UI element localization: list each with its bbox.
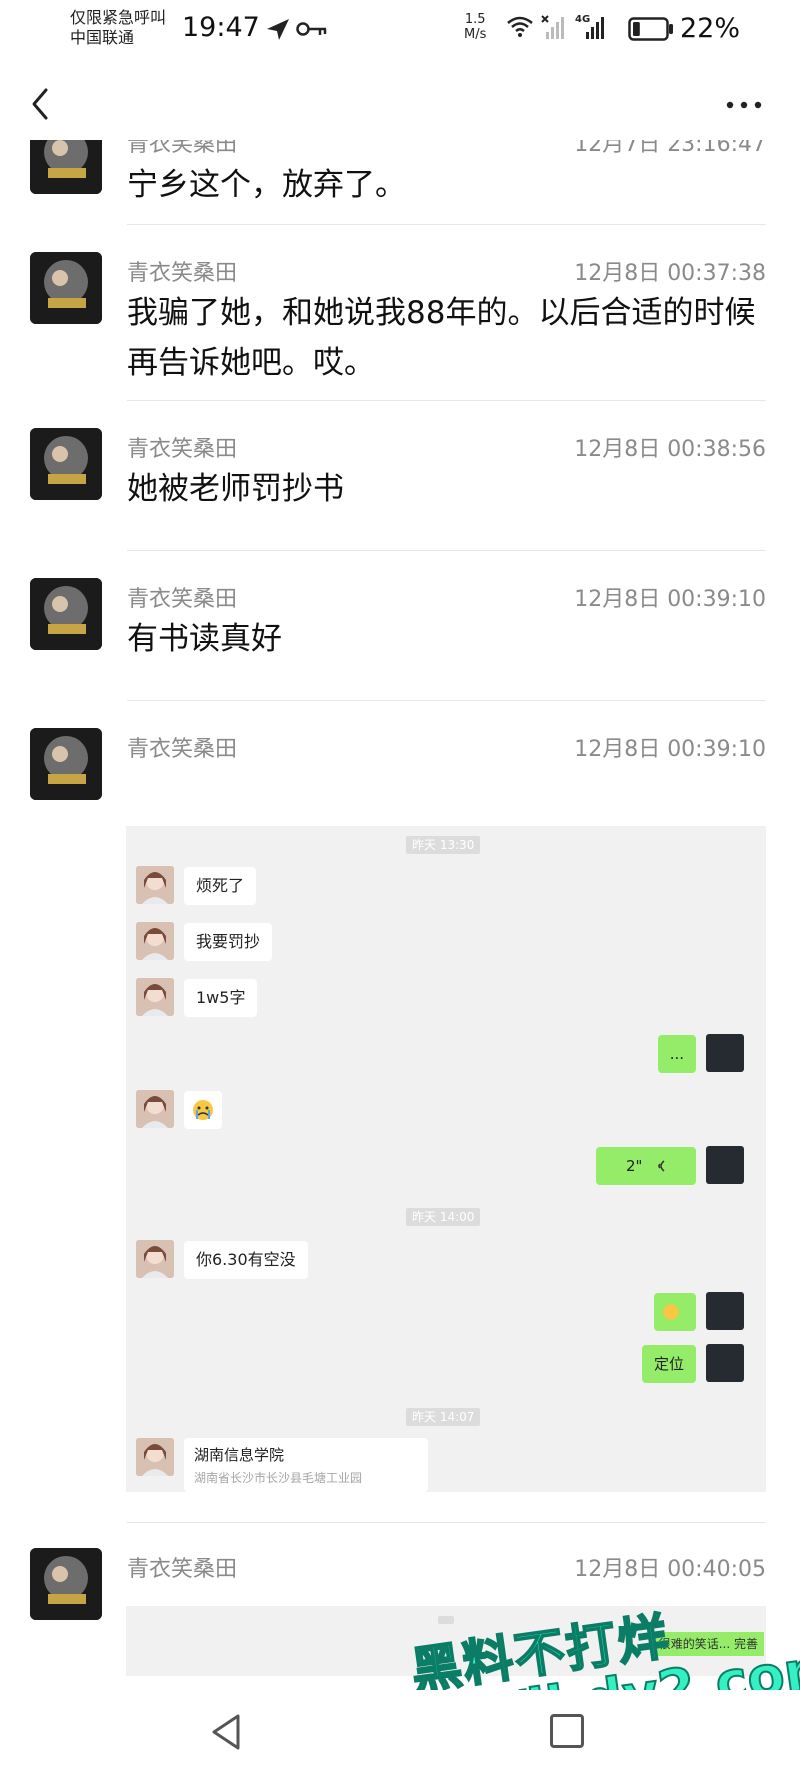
location-address: 湖南省长沙市长沙县毛塘工业园	[194, 1471, 363, 1485]
status-bar: 仅限紧急呼叫 中国联通 19:47 1.5 M/s 4G 22%	[0, 0, 800, 60]
chat-bubble-emoji	[654, 1293, 696, 1331]
avatar	[136, 1438, 174, 1476]
emoji-icon	[663, 1304, 679, 1320]
divider	[127, 700, 766, 701]
chat-bubble: 你6.30有空没	[184, 1241, 308, 1279]
carrier-line-1: 仅限紧急呼叫	[70, 8, 167, 27]
top-nav	[0, 70, 800, 140]
message-time: 12月8日 00:39:10	[574, 737, 766, 762]
battery-icon	[628, 17, 673, 41]
sender-name: 青衣笑桑田	[127, 587, 238, 612]
sender-name: 青衣笑桑田	[127, 437, 238, 462]
signal-bars-icon	[586, 17, 604, 39]
avatar	[136, 1240, 174, 1278]
voice-icon	[658, 1160, 665, 1172]
avatar[interactable]	[30, 728, 102, 800]
chat-bubble: ...	[657, 1035, 696, 1073]
chat-screenshot-image[interactable]: 昨天 13:30 烦死了 我要罚抄 1w5字 ... 2" 昨天 14:00 你…	[126, 826, 766, 1492]
voice-message-bubble: 2"	[596, 1147, 696, 1185]
send-icon	[267, 19, 289, 40]
message-time: 12月7日 23:16:47	[574, 140, 766, 157]
voice-duration: 2"	[626, 1157, 643, 1175]
avatar[interactable]	[30, 578, 102, 650]
chat-row: 定位	[624, 1344, 744, 1384]
sender-name: 青衣笑桑田	[127, 737, 238, 762]
avatar	[706, 1292, 744, 1330]
battery-percent: 22%	[680, 13, 741, 44]
avatar[interactable]	[30, 252, 102, 324]
status-time: 19:47	[182, 12, 260, 43]
divider	[127, 550, 766, 551]
sender-name: 青衣笑桑田	[127, 140, 238, 157]
network-speed: 1.5 M/s	[464, 12, 486, 42]
chat-row: 2"	[584, 1146, 744, 1186]
key-icon	[296, 22, 327, 36]
divider	[127, 224, 766, 225]
more-horizontal-icon[interactable]	[722, 90, 766, 120]
message-text: 我骗了她，和她说我88年的。以后合适的时候再告诉她吧。哎。	[127, 295, 756, 381]
message-time: 12月8日 00:38:56	[574, 437, 766, 462]
recent-apps-icon[interactable]	[550, 1714, 584, 1748]
time-separator	[438, 1616, 454, 1624]
chat-bubble: 烦死了	[184, 867, 257, 905]
location-card: 湖南信息学院 湖南省长沙市长沙县毛塘工业园	[184, 1438, 428, 1492]
chat-bubble-emoji	[184, 1091, 222, 1129]
crying-emoji-icon	[193, 1100, 213, 1120]
avatar	[136, 978, 174, 1016]
avatar	[706, 1146, 744, 1184]
speed-unit: M/s	[464, 27, 487, 42]
location-title: 湖南信息学院	[194, 1446, 285, 1464]
message-time: 12月8日 00:37:38	[574, 261, 766, 286]
avatar[interactable]	[30, 1548, 102, 1620]
message-text: 宁乡这个，放弃了。	[127, 167, 406, 203]
message-time: 12月8日 00:40:05	[574, 1557, 766, 1582]
avatar	[706, 1344, 744, 1382]
avatar[interactable]	[30, 428, 102, 500]
chat-row: ...	[644, 1034, 744, 1074]
sender-name: 青衣笑桑田	[127, 1557, 238, 1582]
message-text: 她被老师罚抄书	[127, 471, 344, 507]
signal-icon	[541, 15, 564, 39]
message-time: 12月8日 00:39:10	[574, 587, 766, 612]
chat-bubble: 我要罚抄	[184, 923, 273, 961]
system-navigation-bar	[0, 1690, 800, 1777]
chat-bubble: 定位	[641, 1345, 696, 1383]
message-text: 有书读真好	[127, 621, 282, 657]
time-separator: 昨天 14:00	[406, 1208, 481, 1226]
avatar	[706, 1034, 744, 1072]
chevron-left-icon[interactable]	[24, 82, 58, 126]
carrier-line-2: 中国联通	[70, 28, 135, 47]
chat-bubble: 1w5字	[184, 979, 258, 1017]
avatar	[136, 922, 174, 960]
carrier-info: 仅限紧急呼叫 中国联通	[70, 8, 166, 48]
speed-value: 1.5	[464, 12, 486, 27]
avatar[interactable]	[30, 140, 102, 194]
message-history-list[interactable]: 青衣笑桑田 12月7日 23:16:47 宁乡这个，放弃了。 青衣笑桑田 12月…	[0, 140, 800, 1680]
back-triangle-icon[interactable]	[206, 1710, 246, 1754]
avatar	[136, 866, 174, 904]
avatar	[136, 1090, 174, 1128]
wifi-icon	[507, 16, 533, 37]
sender-name: 青衣笑桑田	[127, 261, 238, 286]
time-separator: 昨天 13:30	[406, 836, 481, 854]
time-separator: 昨天 14:07	[406, 1408, 481, 1426]
divider	[127, 1522, 766, 1523]
divider	[127, 400, 766, 401]
chat-row	[644, 1292, 744, 1332]
